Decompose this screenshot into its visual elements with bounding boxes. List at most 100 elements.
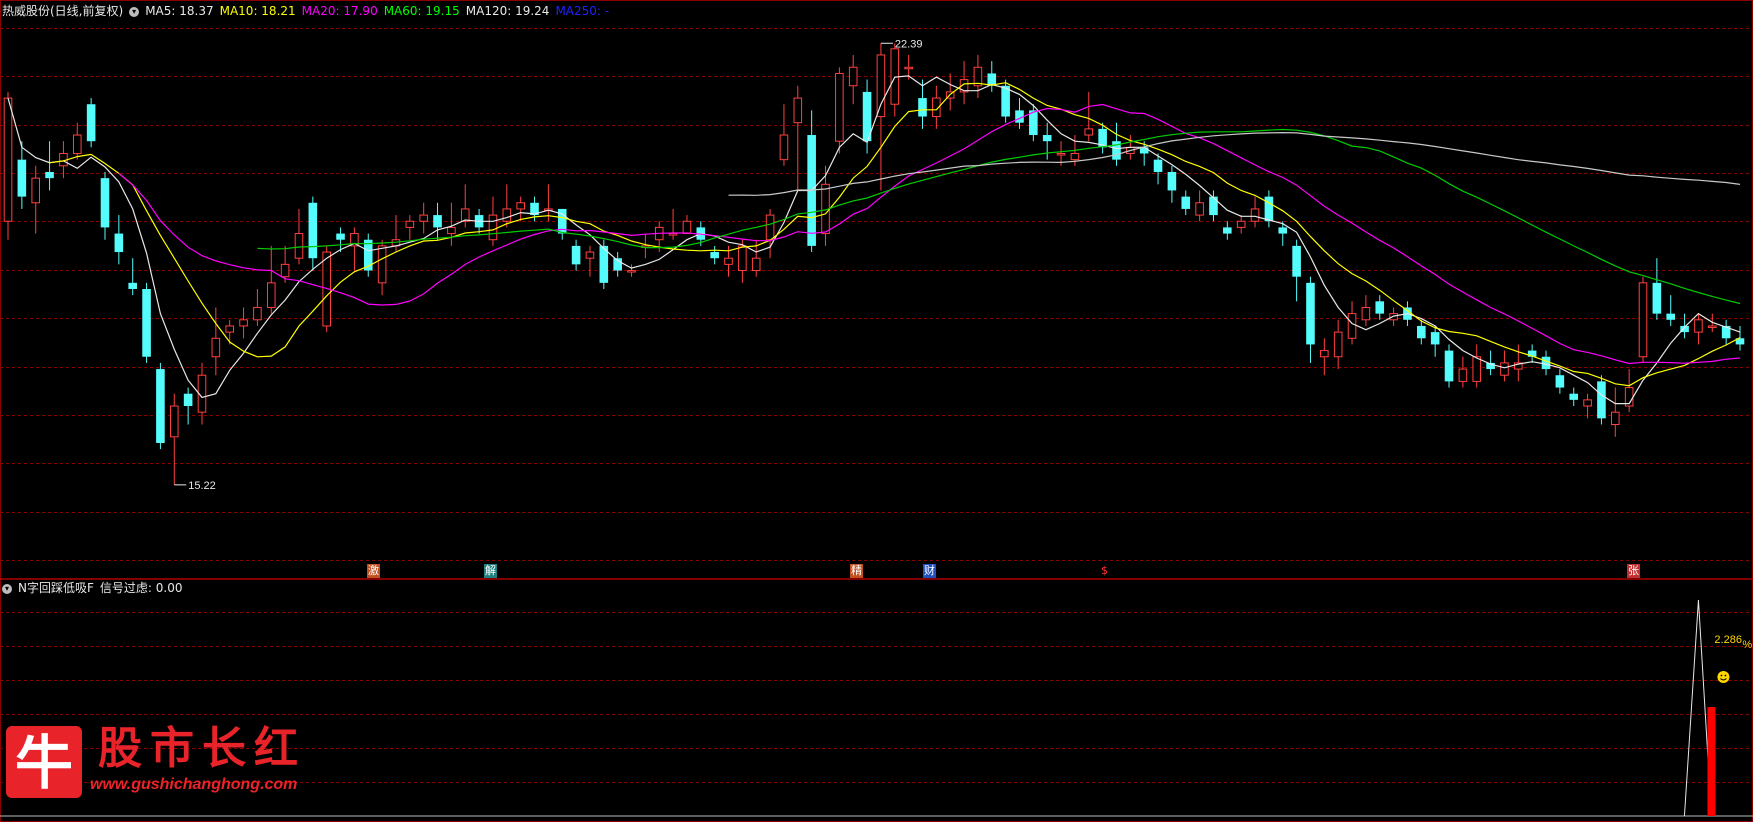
candle-body <box>1375 301 1385 314</box>
watermark-logo: 牛 股市长红 www.gushichanghong.com <box>6 716 306 806</box>
candle-body <box>1666 313 1676 320</box>
candle-body <box>835 72 844 142</box>
candle-body <box>239 319 248 327</box>
ma60-label: MA60: 19.15 <box>383 4 460 18</box>
candle-body <box>1555 375 1565 388</box>
candle-body <box>294 233 304 259</box>
smiley-eye <box>1724 674 1727 677</box>
candle-body <box>1597 381 1606 419</box>
settings-circle-icon[interactable]: ▾ <box>129 6 140 17</box>
candle-body <box>1236 220 1246 228</box>
candle-body <box>1458 368 1468 382</box>
candle-body <box>1417 325 1426 339</box>
candle-body <box>17 159 27 197</box>
candle-body <box>751 257 761 272</box>
candle-body <box>1001 85 1010 117</box>
candle-body <box>1500 362 1509 376</box>
low-price-marker: 15.22 <box>188 480 216 492</box>
logo-badge: 牛 <box>6 726 82 798</box>
candle-body <box>336 233 345 240</box>
candle-body <box>169 405 179 438</box>
candle-body <box>904 66 913 70</box>
candle-body <box>1541 356 1551 370</box>
indicator-unit-label: % <box>1742 639 1752 651</box>
candle-body <box>1444 350 1454 382</box>
chart-frame <box>0 0 1753 822</box>
candle-body <box>1306 282 1315 345</box>
candle-body <box>1361 306 1371 321</box>
high-price-marker: 22.39 <box>895 38 923 50</box>
stock-chart-window: 22.39 15.22 2.286% 热威股份(日线,前复权) ▾ MA5: 18.37… <box>0 0 1753 822</box>
ma120-label: MA120: 19.24 <box>465 4 550 18</box>
candle-body <box>1694 319 1703 333</box>
candle-body <box>1181 196 1191 209</box>
candle-body <box>1223 227 1232 234</box>
indicator-settings-icon[interactable]: ▾ <box>2 583 12 594</box>
candle-body <box>1195 202 1204 216</box>
candle-body <box>100 178 110 228</box>
stock-title: 热威股份(日线,前复权) <box>2 4 124 18</box>
candle-body <box>1583 399 1592 407</box>
candle-body <box>114 233 124 253</box>
ma5-label: MA5: 18.37 <box>145 4 214 18</box>
candle-body <box>45 171 54 179</box>
indicator-signal-bar <box>1707 707 1716 816</box>
event-tag-jie[interactable]: 解 <box>484 564 497 578</box>
candle-body <box>1707 325 1717 328</box>
candle-body <box>433 215 442 228</box>
main-chart-header: 热威股份(日线,前复权) ▾ MA5: 18.37 MA10: 18.21 MA20: … <box>2 3 615 19</box>
candle-body <box>1084 128 1094 136</box>
ma20-label: MA20: 17.90 <box>301 4 378 18</box>
candle-body <box>447 226 456 235</box>
candle-body <box>419 214 428 222</box>
candle-body <box>183 393 193 407</box>
candle-body <box>1638 282 1648 358</box>
candle-body <box>1056 153 1066 156</box>
indicator-header: ▾ N字回踩低吸F 信号过虑: 0.00 <box>2 580 188 596</box>
candle-body <box>405 220 415 228</box>
chart-canvas[interactable]: 22.39 15.22 2.286% <box>0 0 1753 822</box>
event-tag-cai[interactable]: 财 <box>923 564 936 578</box>
candle-body <box>710 252 719 259</box>
event-tag-zhang[interactable]: 张 <box>1627 564 1640 578</box>
candle-body <box>1430 332 1440 345</box>
candle-body <box>1569 393 1579 400</box>
candle-body <box>1333 331 1343 358</box>
candle-body <box>142 289 151 357</box>
indicator-name: N字回踩低吸F <box>18 581 94 595</box>
candle-body <box>765 214 775 241</box>
candle-body <box>1292 245 1301 277</box>
candle-body <box>793 97 803 124</box>
candle-body <box>779 134 789 161</box>
logo-title: 股市长红 <box>98 723 306 774</box>
candle-body <box>488 214 498 241</box>
ma120-line <box>728 131 1741 196</box>
candle-body <box>876 54 886 118</box>
candle-body <box>502 208 512 222</box>
candle-body <box>1472 356 1482 382</box>
event-tag-jing[interactable]: 精 <box>850 564 863 578</box>
candle-body <box>1278 227 1288 234</box>
candle-body <box>724 257 733 265</box>
candle-body <box>86 104 96 142</box>
candle-body <box>571 245 581 265</box>
candle-body <box>1611 411 1620 426</box>
candle-body <box>225 325 234 333</box>
candle-body <box>377 245 387 284</box>
logo-url: www.gushichanghong.com <box>90 776 298 793</box>
candle-body <box>253 306 262 321</box>
candle-body <box>668 233 678 236</box>
candle-body <box>1652 282 1662 314</box>
candle-body <box>627 270 636 273</box>
candle-body <box>585 251 595 259</box>
event-tag-ji[interactable]: 激 <box>367 564 380 578</box>
event-tag-dollar[interactable]: $ <box>1098 564 1111 578</box>
candle-body <box>156 369 165 443</box>
candle-body <box>31 177 41 204</box>
candle-body <box>1070 153 1080 161</box>
candle-body <box>280 263 290 278</box>
candle-body <box>918 98 927 117</box>
candle-body <box>1347 313 1357 339</box>
ma10-label: MA10: 18.21 <box>219 4 296 18</box>
candle-body <box>211 337 221 358</box>
